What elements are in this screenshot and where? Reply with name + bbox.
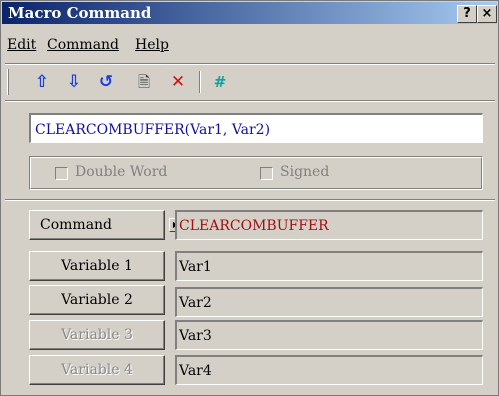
toolbar-separator [199, 71, 201, 93]
options-group: Double Word Signed [29, 156, 483, 190]
menu-command[interactable]: Command [47, 37, 119, 53]
menu-command-label: Command [47, 37, 120, 53]
menu-edit-label: Edit [7, 37, 37, 53]
move-down-icon[interactable]: ⇩ [63, 71, 85, 93]
command-button-label: Command [40, 217, 113, 233]
title-bar[interactable]: Macro Command ? × [2, 2, 497, 24]
variable-1-value[interactable]: Var1 [175, 251, 483, 281]
window-title: Macro Command [8, 4, 152, 22]
command-button[interactable]: Command ▶ [29, 210, 183, 240]
variable-4-button: Variable 4 [29, 355, 165, 385]
macro-command-window: Macro Command ? × Edit Command Help ⇧ ⇩ … [0, 0, 499, 396]
close-button[interactable]: × [477, 5, 497, 23]
variable-2-button[interactable]: Variable 2 [29, 285, 165, 315]
variable-4-value[interactable]: Var4 [175, 355, 483, 385]
variable-1-button[interactable]: Variable 1 [29, 251, 165, 281]
menu-separator [5, 63, 495, 65]
double-word-label: Double Word [75, 164, 168, 180]
command-text-field[interactable]: CLEARCOMBUFFER(Var1, Var2) [29, 113, 483, 143]
delete-icon[interactable]: ✕ [167, 71, 189, 93]
signed-label: Signed [280, 164, 330, 180]
double-word-checkbox[interactable] [55, 167, 68, 180]
command-value: CLEARCOMBUFFER [175, 210, 483, 240]
toolbar-grip[interactable] [7, 69, 9, 95]
move-up-icon[interactable]: ⇧ [31, 71, 53, 93]
menu-help-label: Help [135, 37, 169, 53]
undo-icon[interactable]: ↺ [95, 71, 117, 93]
variable-3-value[interactable]: Var3 [175, 320, 483, 350]
signed-checkbox[interactable] [260, 167, 273, 180]
variable-2-value[interactable]: Var2 [175, 287, 483, 317]
menu-help[interactable]: Help [135, 37, 169, 53]
toolbar-separator-line [5, 100, 495, 102]
variable-3-button: Variable 3 [29, 320, 165, 350]
help-button[interactable]: ? [457, 5, 477, 23]
rows-separator [5, 199, 495, 201]
edit-document-icon[interactable]: 🗎 [133, 71, 155, 93]
menu-edit[interactable]: Edit [7, 37, 36, 53]
number-icon[interactable]: # [209, 71, 231, 93]
